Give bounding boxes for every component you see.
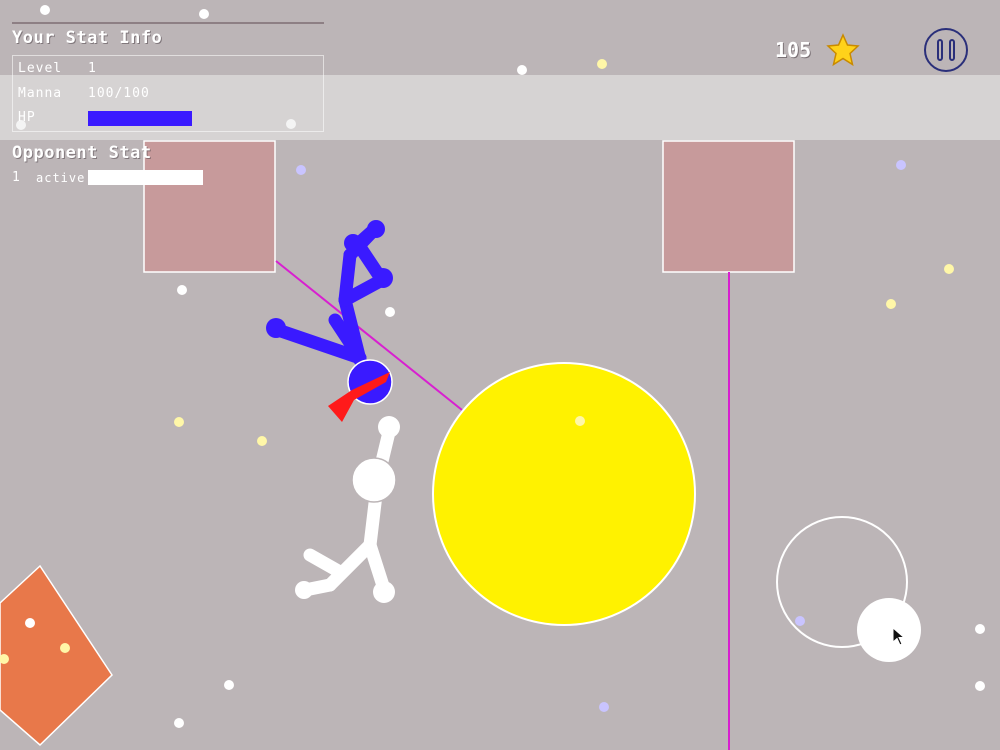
level-label: Level: [18, 61, 63, 76]
hp-bar: [88, 111, 192, 126]
opponent-hp-bar: [88, 170, 203, 185]
opponent-status: active: [36, 171, 86, 185]
opponent-stickman: [298, 421, 397, 599]
coin-count: 105: [775, 38, 812, 62]
mouse-cursor-icon: [893, 628, 905, 646]
opponent-stat-title: Opponent Stat: [12, 143, 152, 163]
your-stat-title: Your Stat Info: [12, 28, 163, 48]
hp-label: HP: [18, 110, 36, 125]
opponent-count: 1: [12, 170, 21, 185]
joystick-knob[interactable]: [857, 598, 921, 662]
opponent-head: [351, 457, 397, 503]
manna-label: Manna: [18, 86, 63, 101]
star-icon: [826, 33, 860, 67]
orange-block: [0, 564, 113, 747]
block-right: [662, 140, 795, 273]
player-stickman: [271, 221, 389, 367]
yellow-ball: [432, 362, 696, 626]
block-left: [143, 140, 276, 273]
pause-icon: [937, 39, 943, 61]
pause-button[interactable]: [924, 28, 968, 72]
manna-value: 100/100: [88, 86, 150, 101]
hud-divider: [12, 22, 324, 24]
level-value: 1: [88, 61, 97, 76]
